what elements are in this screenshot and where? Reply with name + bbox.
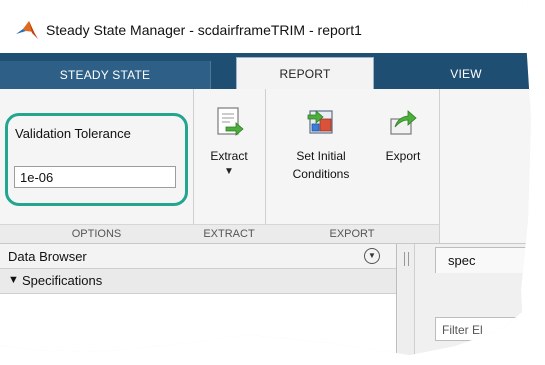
- panel-splitter[interactable]: [398, 244, 415, 355]
- extract-button[interactable]: Extract ▼: [198, 105, 260, 179]
- set-initial-label-line2: Conditions: [292, 167, 350, 181]
- specifications-label: Specifications: [22, 273, 103, 288]
- window-title: Steady State Manager - scdairframeTRIM -…: [46, 22, 362, 38]
- splitter-grip: [404, 252, 405, 266]
- export-button[interactable]: Export: [373, 105, 433, 165]
- tab-strip: STEADY STATE REPORT VIEW: [0, 53, 531, 91]
- tab-view[interactable]: VIEW: [416, 59, 516, 89]
- extract-icon: [217, 107, 244, 136]
- options-section-label: OPTIONS: [0, 224, 193, 243]
- export-section: Set Initial Conditions Export EXPORT: [265, 89, 440, 243]
- tab-report[interactable]: REPORT: [236, 57, 374, 91]
- export-icon: [390, 110, 417, 135]
- options-section: Validation Tolerance OPTIONS: [0, 89, 194, 243]
- matlab-logo-icon: [16, 21, 38, 39]
- collapse-arrow-icon[interactable]: ▼: [8, 274, 19, 286]
- set-initial-conditions-button[interactable]: Set Initial Conditions: [281, 105, 361, 183]
- title-bar: Steady State Manager - scdairframeTRIM -…: [0, 0, 531, 53]
- workspace: Data Browser ▼ ▼ Specifications spec Fil…: [0, 244, 531, 355]
- validation-tolerance-label: Validation Tolerance: [15, 126, 131, 141]
- app-window: Steady State Manager - scdairframeTRIM -…: [0, 0, 531, 355]
- export-section-label: EXPORT: [265, 224, 439, 243]
- data-browser-panel: Data Browser ▼ ▼ Specifications: [0, 244, 397, 355]
- document-area: spec Filter El: [415, 244, 531, 355]
- chevron-down-icon[interactable]: ▼: [198, 165, 260, 179]
- ribbon: Validation Tolerance OPTIONS Extract ▼ E…: [0, 89, 531, 244]
- data-browser-header: Data Browser ▼: [0, 244, 396, 269]
- data-browser-title: Data Browser: [8, 249, 87, 264]
- specifications-section-header[interactable]: ▼ Specifications: [0, 269, 396, 294]
- validation-tolerance-input[interactable]: [14, 166, 176, 188]
- filter-input[interactable]: Filter El: [435, 317, 530, 341]
- export-label: Export: [385, 149, 421, 163]
- document-tab[interactable]: spec: [435, 247, 530, 273]
- set-initial-conditions-icon: [307, 110, 333, 134]
- extract-section: Extract ▼ EXTRACT: [193, 89, 266, 243]
- extract-section-label: EXTRACT: [193, 224, 265, 243]
- tab-steady-state[interactable]: STEADY STATE: [0, 61, 211, 89]
- panel-menu-icon[interactable]: ▼: [364, 248, 380, 264]
- set-initial-label-line1: Set Initial: [296, 149, 346, 163]
- extract-label: Extract: [210, 149, 248, 163]
- splitter-grip: [408, 252, 409, 266]
